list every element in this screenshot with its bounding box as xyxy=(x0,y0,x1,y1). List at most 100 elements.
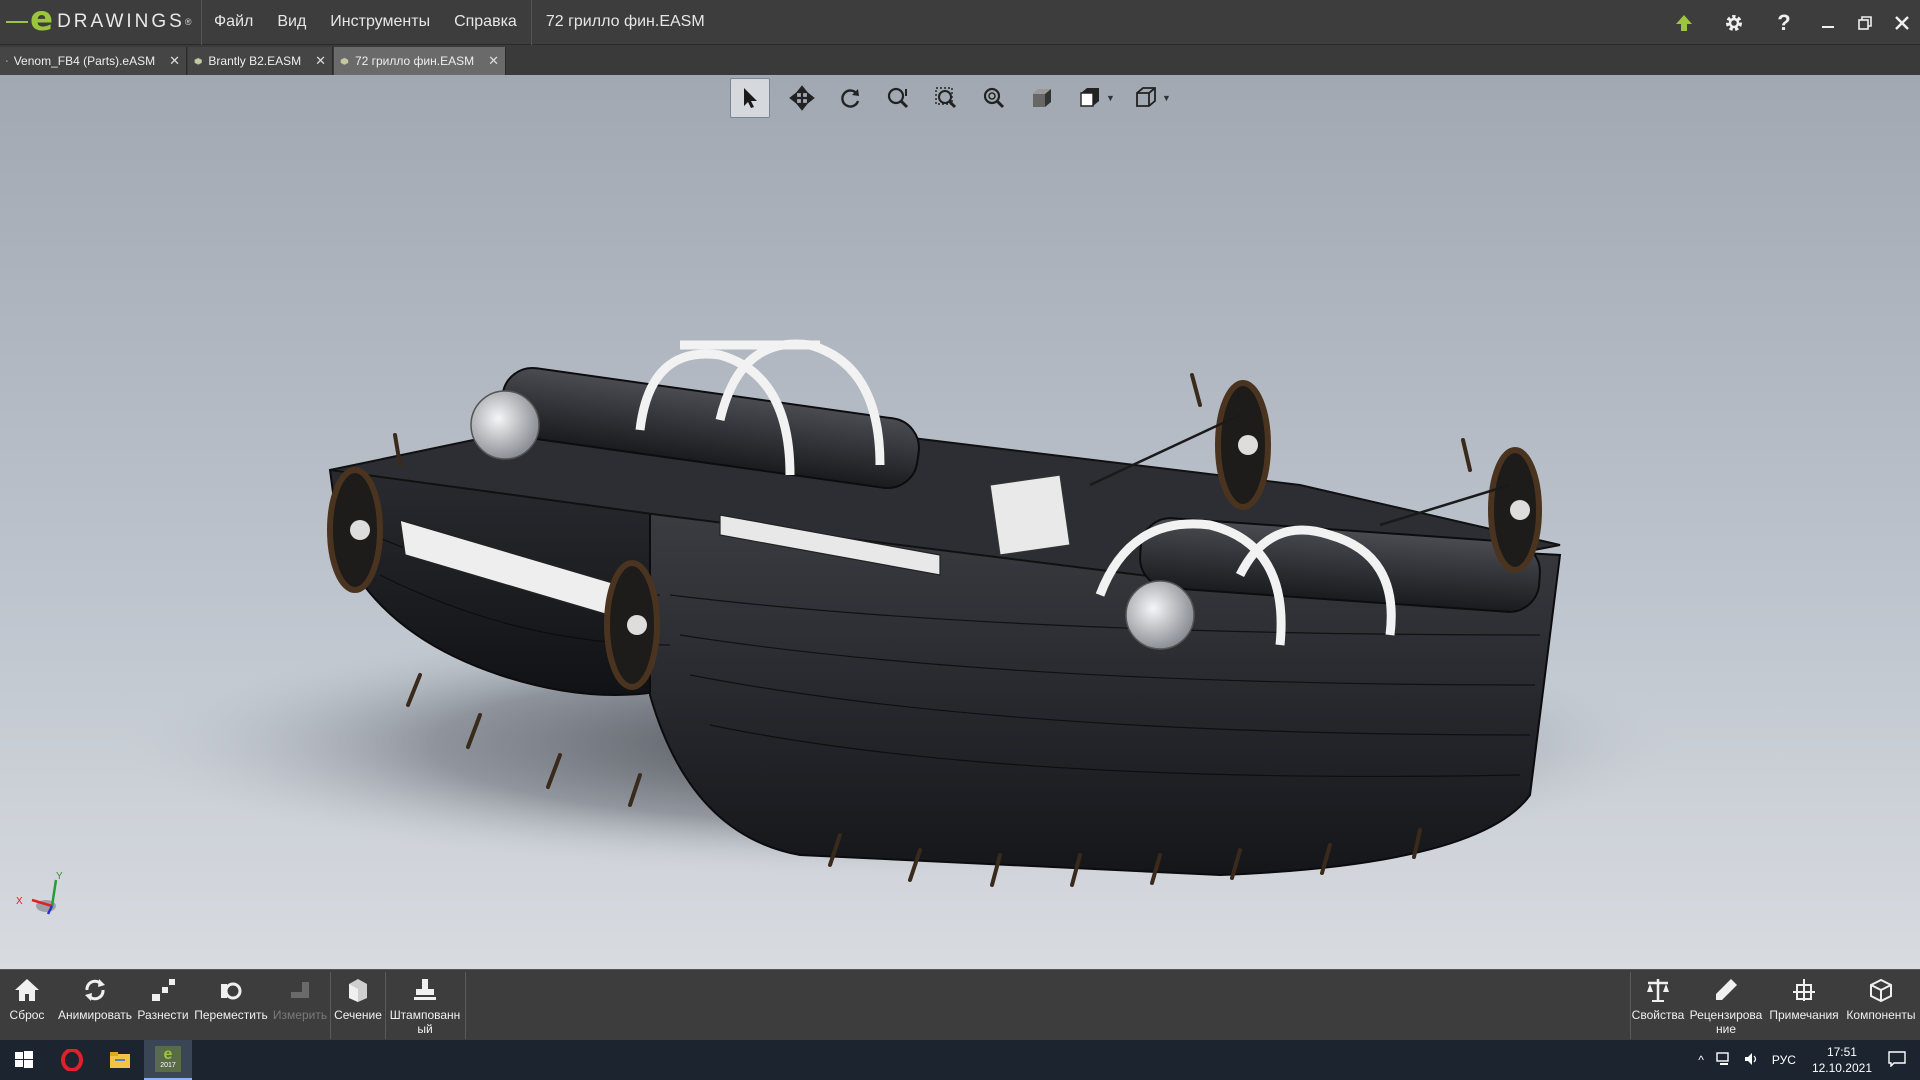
restore-button[interactable] xyxy=(1846,0,1883,45)
settings-gear-icon[interactable] xyxy=(1709,0,1759,45)
zoom-to-fit-icon[interactable] xyxy=(970,78,1018,118)
move-icon xyxy=(221,982,242,1000)
assembly-icon xyxy=(340,57,349,66)
menu-file[interactable]: Файл xyxy=(202,0,265,45)
command-label: Переместить xyxy=(194,1008,268,1022)
assembly-icon xyxy=(6,60,8,62)
command-separator xyxy=(330,972,331,1039)
tab-label: 72 грилло фин.EASM xyxy=(354,54,475,68)
clock-date: 12.10.2021 xyxy=(1811,1061,1872,1075)
edrawings-logo: e DRAWINGS ® xyxy=(0,0,202,45)
review-button[interactable]: Рецензирова ние xyxy=(1686,970,1766,1041)
clock[interactable]: 17:51 12.10.2021 xyxy=(1812,1044,1872,1076)
triad-y-label: Y xyxy=(56,871,63,882)
3d-viewport[interactable]: ▼ ▼ Y X xyxy=(0,75,1920,969)
language-indicator[interactable]: РУС xyxy=(1772,1053,1796,1067)
command-label: Компоненты xyxy=(1846,1008,1916,1022)
command-bar: Сброс Анимировать Разнести Переместить И… xyxy=(0,969,1920,1040)
menu-help[interactable]: Справка xyxy=(442,0,529,45)
menu-view[interactable]: Вид xyxy=(265,0,318,45)
balance-icon xyxy=(1647,979,1669,1002)
shaded-view-icon[interactable] xyxy=(1018,78,1066,118)
minimize-button[interactable] xyxy=(1809,0,1846,45)
pencil-icon xyxy=(1716,979,1737,1000)
document-title: 72 грилло фин.EASM xyxy=(545,13,705,30)
reset-button[interactable]: Сброс xyxy=(2,970,52,1041)
system-tray: ^ РУС 17:51 12.10.2021 xyxy=(1692,1040,1920,1080)
markup-button[interactable]: Примечания xyxy=(1768,970,1840,1041)
home-icon xyxy=(15,979,39,1001)
view-toolbar: ▼ ▼ xyxy=(730,78,1178,118)
opera-browser-icon[interactable] xyxy=(48,1040,96,1080)
help-icon[interactable]: ? xyxy=(1759,0,1809,45)
stamp-button[interactable]: Штампованн ый xyxy=(386,970,464,1041)
assembly-icon xyxy=(194,57,203,65)
command-label: Анимировать xyxy=(57,1008,133,1022)
axis-triad-icon: Y X xyxy=(16,871,63,915)
chevron-up-icon[interactable]: ^ xyxy=(1698,1053,1704,1067)
chevron-down-icon[interactable]: ▼ xyxy=(1162,93,1172,103)
windows-start-icon[interactable] xyxy=(0,1040,48,1080)
zoom-to-area-icon[interactable] xyxy=(922,78,970,118)
command-separator xyxy=(465,972,466,1039)
rear-sphere xyxy=(470,390,540,460)
tab-venom[interactable]: Venom_FB4 (Parts).eASM ✕ xyxy=(0,47,187,75)
pan-icon[interactable] xyxy=(778,78,826,118)
logo-line xyxy=(6,21,28,23)
logo-text: DRAWINGS xyxy=(57,11,185,32)
clock-time: 17:51 xyxy=(1826,1045,1857,1059)
animate-button[interactable]: Анимировать xyxy=(56,970,134,1041)
windows-taskbar: e 2017 ^ РУС 17:51 12.10.2021 xyxy=(0,1040,1920,1080)
stamp-icon xyxy=(414,979,436,1000)
rotate-icon[interactable] xyxy=(826,78,874,118)
white-box xyxy=(989,474,1071,556)
command-label: Разнести xyxy=(137,1008,189,1022)
model-render[interactable] xyxy=(0,75,1920,969)
select-arrow-icon[interactable] xyxy=(730,78,770,118)
update-icon[interactable] xyxy=(1659,0,1709,45)
close-tab-icon[interactable]: ✕ xyxy=(169,53,180,69)
close-tab-icon[interactable]: ✕ xyxy=(488,53,499,69)
explode-icon xyxy=(152,979,175,1001)
title-bar: e DRAWINGS ® Файл Вид Инструменты Справк… xyxy=(0,0,1920,45)
properties-button[interactable]: Свойства xyxy=(1632,970,1684,1041)
logo-mark: ® xyxy=(184,17,192,27)
animate-icon xyxy=(85,979,105,1001)
components-button[interactable]: Компоненты xyxy=(1842,970,1920,1041)
document-tab-bar: Venom_FB4 (Parts).eASM ✕ Brantly B2.EASM… xyxy=(0,45,1920,75)
network-icon[interactable] xyxy=(1716,1051,1732,1069)
notification-icon[interactable] xyxy=(1888,1050,1906,1070)
edrawings-taskbar-icon[interactable]: e 2017 xyxy=(144,1040,192,1080)
command-label: Свойства xyxy=(1631,1008,1685,1022)
chevron-down-icon[interactable]: ▼ xyxy=(1106,93,1116,103)
section-icon xyxy=(349,979,367,1002)
menu-separator xyxy=(530,0,532,45)
logo-letter: e xyxy=(30,0,54,39)
edrawings-version-badge: 2017 xyxy=(160,1062,176,1069)
file-explorer-icon[interactable] xyxy=(96,1040,144,1080)
tab-brantly[interactable]: Brantly B2.EASM ✕ xyxy=(188,47,333,75)
close-button[interactable] xyxy=(1883,0,1920,45)
command-separator xyxy=(1630,972,1631,1039)
measure-icon xyxy=(291,982,309,998)
triad-x-label: X xyxy=(16,896,23,907)
explode-button[interactable]: Разнести xyxy=(136,970,190,1041)
section-button[interactable]: Сечение xyxy=(332,970,384,1041)
title-bar-controls: ? xyxy=(1659,0,1920,45)
markup-icon xyxy=(1793,979,1815,1001)
tab-label: Venom_FB4 (Parts).eASM xyxy=(13,54,156,68)
move-button[interactable]: Переместить xyxy=(192,970,270,1041)
command-label: Сечение xyxy=(334,1008,382,1022)
command-label: Штампованн ый xyxy=(389,1008,461,1036)
measure-button[interactable]: Измерить xyxy=(272,970,328,1041)
command-label: Примечания xyxy=(1769,1008,1839,1022)
command-label: Рецензирова ние xyxy=(1689,1008,1763,1036)
zoom-in-out-icon[interactable] xyxy=(874,78,922,118)
speaker-icon[interactable] xyxy=(1744,1052,1760,1069)
close-tab-icon[interactable]: ✕ xyxy=(315,53,326,69)
menu-tools[interactable]: Инструменты xyxy=(318,0,442,45)
tab-gryllo[interactable]: 72 грилло фин.EASM ✕ xyxy=(334,47,506,75)
components-icon xyxy=(1870,978,1892,1003)
tab-label: Brantly B2.EASM xyxy=(208,54,302,68)
command-label: Измерить xyxy=(272,1008,328,1022)
